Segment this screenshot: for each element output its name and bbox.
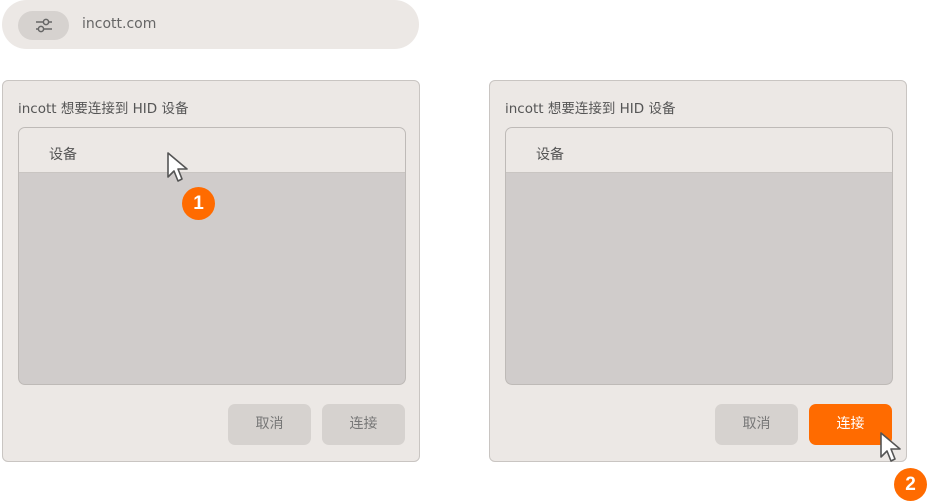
device-list-header: 设备 (506, 128, 892, 173)
mouse-cursor-icon (167, 152, 188, 182)
step-badge-2: 2 (894, 468, 927, 501)
step-badge-1: 1 (182, 187, 215, 220)
dialog-title: incott 想要连接到 HID 设备 (505, 101, 676, 117)
site-settings-icon (36, 18, 52, 33)
device-list[interactable]: 设备 (505, 127, 893, 385)
url-text[interactable]: incott.com (82, 16, 156, 32)
mouse-cursor-icon (880, 432, 901, 462)
hid-permission-dialog: incott 想要连接到 HID 设备 设备 取消 连接 (2, 80, 420, 462)
cancel-button[interactable]: 取消 (715, 404, 798, 445)
address-bar[interactable]: incott.com (2, 0, 419, 49)
cancel-button[interactable]: 取消 (228, 404, 311, 445)
hid-permission-dialog: incott 想要连接到 HID 设备 设备 取消 连接 (489, 80, 907, 462)
connect-button[interactable]: 连接 (322, 404, 405, 445)
device-list-header-label: 设备 (49, 147, 77, 163)
device-list-header-label: 设备 (536, 147, 564, 163)
device-list[interactable]: 设备 (18, 127, 406, 385)
dialog-title: incott 想要连接到 HID 设备 (18, 101, 189, 117)
site-settings-button[interactable] (18, 11, 69, 40)
device-list-header: 设备 (19, 128, 405, 173)
